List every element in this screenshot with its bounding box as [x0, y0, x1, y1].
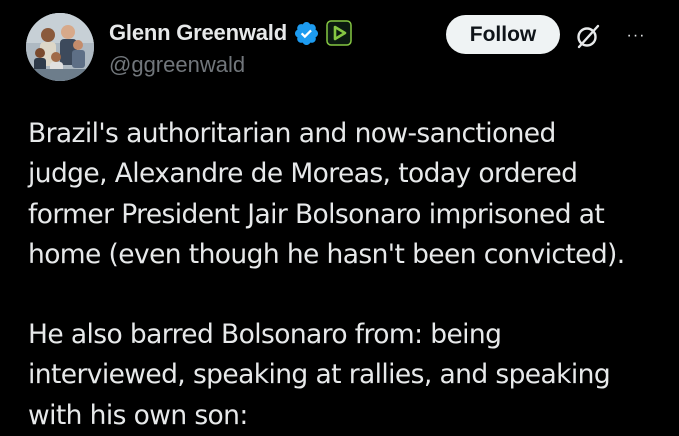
verified-badge-icon[interactable]: [293, 20, 320, 47]
tweet-text-line: judge, Alexandre de Moreas, today ordere…: [28, 158, 578, 190]
tweet-text-line: interviewed, speaking at rallies, and sp…: [28, 359, 611, 391]
author-name-row: Glenn Greenwald: [109, 18, 352, 48]
rumble-affiliate-icon[interactable]: [326, 20, 352, 46]
follow-button[interactable]: Follow: [446, 15, 560, 54]
tweet-text: Brazil's authoritarian and now-sanctione…: [28, 114, 668, 436]
avatar[interactable]: [26, 13, 94, 81]
tweet-text-line: He also barred Bolsonaro from: being: [28, 319, 502, 351]
tweet: Glenn Greenwald @ggreenwald Follow ··· B…: [0, 0, 679, 434]
tweet-text-line: with his own son:: [28, 399, 248, 431]
avatar-photo: [26, 13, 94, 81]
tweet-text-line: home (even though he hasn't been convict…: [28, 238, 625, 270]
author-handle[interactable]: @ggreenwald: [109, 52, 245, 78]
tweet-text-line: former President Jair Bolsonaro imprison…: [28, 198, 605, 230]
tweet-text-line: Brazil's authoritarian and now-sanctione…: [28, 118, 556, 149]
grok-icon[interactable]: [574, 22, 602, 50]
more-options-icon[interactable]: ···: [620, 26, 652, 46]
author-display-name[interactable]: Glenn Greenwald: [109, 20, 287, 46]
